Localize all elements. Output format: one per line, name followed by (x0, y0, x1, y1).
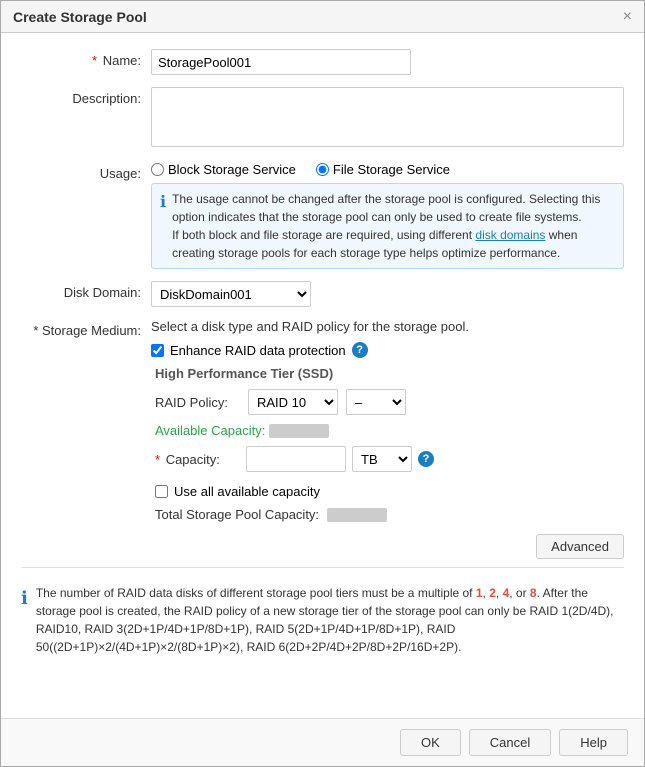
dialog-body: * Name: Description: Usage: Block Storag… (1, 33, 644, 718)
raid-policy-select[interactable]: RAID 10 (248, 389, 338, 415)
dialog-title: Create Storage Pool (13, 9, 147, 25)
advanced-row: Advanced (21, 534, 624, 559)
name-row: * Name: (21, 49, 624, 75)
dialog-title-bar: Create Storage Pool × (1, 1, 644, 33)
cancel-button[interactable]: Cancel (469, 729, 551, 756)
name-input[interactable] (151, 49, 411, 75)
storage-medium-hint: Select a disk type and RAID policy for t… (151, 319, 624, 334)
usage-info-box: ℹ The usage cannot be changed after the … (151, 183, 624, 269)
available-capacity-label: Available Capacity: (155, 423, 265, 438)
available-capacity-row: Available Capacity: (155, 423, 624, 438)
storage-medium-content: Select a disk type and RAID policy for t… (151, 319, 624, 522)
description-textarea[interactable] (151, 87, 624, 147)
storage-medium-row: * Storage Medium: Select a disk type and… (21, 319, 624, 522)
capacity-help-icon[interactable]: ? (418, 451, 434, 467)
create-storage-pool-dialog: Create Storage Pool × * Name: Descriptio… (0, 0, 645, 767)
capacity-row: * Capacity: TB ? (155, 446, 624, 472)
dialog-footer: OK Cancel Help (1, 718, 644, 766)
info-bottom-icon: ℹ (21, 585, 28, 656)
total-capacity-value (327, 508, 387, 522)
disk-domain-select[interactable]: DiskDomain001 (151, 281, 311, 307)
usage-info-icon: ℹ (160, 191, 166, 262)
description-label: Description: (21, 87, 151, 106)
info-bottom-text: The number of RAID data disks of differe… (36, 584, 624, 656)
ok-button[interactable]: OK (400, 729, 461, 756)
available-capacity-value (269, 424, 329, 438)
enhance-raid-label: Enhance RAID data protection (170, 343, 346, 358)
tier-label-row: High Performance Tier (SSD) (151, 366, 624, 381)
file-storage-radio[interactable] (316, 163, 329, 176)
total-capacity-row: Total Storage Pool Capacity: (155, 507, 624, 522)
enhance-raid-row: Enhance RAID data protection ? (151, 342, 624, 358)
disk-domain-content: DiskDomain001 (151, 281, 624, 307)
use-all-row: Use all available capacity (155, 484, 624, 499)
info-bottom-box: ℹ The number of RAID data disks of diffe… (21, 576, 624, 664)
file-storage-label: File Storage Service (333, 162, 450, 177)
raid-policy-row: RAID Policy: RAID 10 – (155, 389, 624, 415)
help-button[interactable]: Help (559, 729, 628, 756)
advanced-button[interactable]: Advanced (536, 534, 624, 559)
name-field-container (151, 49, 624, 75)
description-field-container (151, 87, 624, 150)
raid-policy-label: RAID Policy: (155, 395, 240, 410)
highlight-1: 1 (476, 586, 483, 600)
capacity-label: * Capacity: (155, 452, 240, 467)
enhance-raid-checkbox[interactable] (151, 344, 164, 357)
capacity-input[interactable] (246, 446, 346, 472)
tier-label: High Performance Tier (SSD) (155, 366, 333, 381)
name-label: * Name: (21, 49, 151, 68)
enhance-raid-help-icon[interactable]: ? (352, 342, 368, 358)
use-all-checkbox[interactable] (155, 485, 168, 498)
highlight-2: 2 (489, 586, 496, 600)
capacity-required-star: * (155, 452, 160, 467)
close-button[interactable]: × (623, 9, 632, 25)
total-capacity-label: Total Storage Pool Capacity: (155, 507, 319, 522)
usage-row: Usage: Block Storage Service File Storag… (21, 162, 624, 269)
usage-radio-group: Block Storage Service File Storage Servi… (151, 162, 624, 177)
divider (21, 567, 624, 568)
storage-medium-label: * Storage Medium: (21, 319, 151, 338)
use-all-label: Use all available capacity (174, 484, 320, 499)
usage-info-text: The usage cannot be changed after the st… (172, 190, 615, 262)
description-row: Description: (21, 87, 624, 150)
usage-content: Block Storage Service File Storage Servi… (151, 162, 624, 269)
block-storage-label: Block Storage Service (168, 162, 296, 177)
highlight-4: 4 (503, 586, 510, 600)
capacity-unit-select[interactable]: TB (352, 446, 412, 472)
highlight-8: 8 (530, 586, 537, 600)
raid-dash-select[interactable]: – (346, 389, 406, 415)
usage-label: Usage: (21, 162, 151, 181)
disk-domain-row: Disk Domain: DiskDomain001 (21, 281, 624, 307)
block-storage-radio[interactable] (151, 163, 164, 176)
name-required-star: * (92, 53, 97, 68)
disk-domain-label: Disk Domain: (21, 281, 151, 300)
block-storage-option[interactable]: Block Storage Service (151, 162, 296, 177)
file-storage-option[interactable]: File Storage Service (316, 162, 450, 177)
